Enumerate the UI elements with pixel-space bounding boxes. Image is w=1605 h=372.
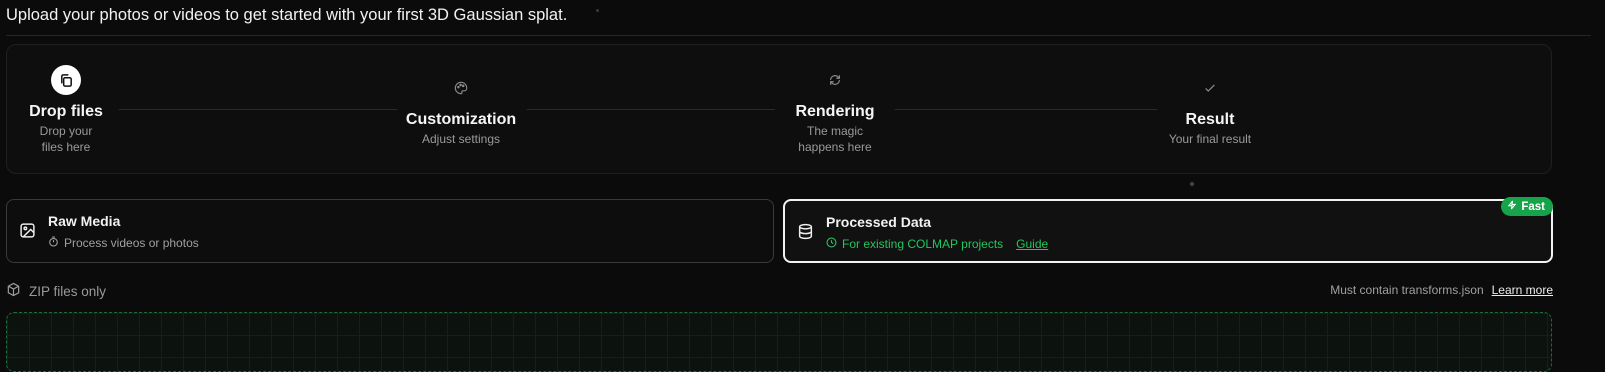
format-note-text: ZIP files only bbox=[29, 283, 107, 299]
learn-more-link[interactable]: Learn more bbox=[1492, 283, 1553, 297]
file-dropzone[interactable] bbox=[6, 312, 1552, 372]
format-note: ZIP files only bbox=[6, 282, 106, 300]
image-icon bbox=[19, 222, 37, 240]
step-desc: Adjust settings bbox=[421, 132, 501, 146]
step-desc: The magic happens here bbox=[798, 124, 872, 154]
step-connector bbox=[119, 109, 397, 110]
package-icon bbox=[6, 282, 21, 300]
step-title: Customization bbox=[405, 111, 517, 128]
divider bbox=[6, 35, 1591, 36]
step-drop-files[interactable]: Drop files Drop your files here bbox=[0, 103, 156, 155]
requirement-text: Must contain transforms.json bbox=[1330, 283, 1484, 297]
card-subtitle: For existing COLMAP projects Guide bbox=[826, 237, 1048, 251]
bolt-icon bbox=[1507, 200, 1517, 213]
badge-label: Fast bbox=[1521, 200, 1545, 213]
raw-media-option[interactable]: Raw Media Process videos or photos bbox=[6, 199, 774, 263]
step-desc: Drop your files here bbox=[39, 124, 93, 154]
progress-stepper: Drop files Drop your files here Customiz… bbox=[6, 44, 1552, 174]
step-connector bbox=[527, 109, 775, 110]
guide-link[interactable]: Guide bbox=[1016, 237, 1048, 251]
timer-icon bbox=[48, 236, 59, 250]
card-title: Raw Media bbox=[48, 213, 121, 229]
processed-data-option[interactable]: Processed Data For existing COLMAP proje… bbox=[783, 197, 1553, 263]
step-title: Drop files bbox=[29, 103, 103, 120]
step-title: Rendering bbox=[795, 103, 875, 120]
step-connector bbox=[895, 109, 1157, 110]
step-rendering[interactable]: Rendering The magic happens here bbox=[745, 103, 925, 155]
decorative-dot bbox=[596, 9, 599, 12]
copy-icon bbox=[51, 65, 81, 95]
rotate-icon bbox=[826, 71, 844, 89]
check-icon bbox=[1201, 79, 1219, 97]
requirement-row: Must contain transforms.json Learn more bbox=[1330, 283, 1553, 297]
step-result[interactable]: Result Your final result bbox=[1120, 111, 1300, 147]
step-title: Result bbox=[1185, 111, 1235, 128]
database-icon bbox=[797, 223, 815, 241]
card-subtitle: Process videos or photos bbox=[48, 236, 199, 250]
decorative-dot bbox=[1190, 182, 1194, 186]
card-subtitle-text: Process videos or photos bbox=[64, 236, 199, 250]
step-desc: Your final result bbox=[1168, 132, 1252, 146]
clock-icon bbox=[826, 237, 837, 251]
fast-badge: Fast bbox=[1501, 197, 1553, 216]
card-title: Processed Data bbox=[826, 214, 932, 230]
intro-text: Upload your photos or videos to get star… bbox=[6, 6, 568, 24]
step-customization[interactable]: Customization Adjust settings bbox=[371, 111, 551, 147]
palette-icon bbox=[452, 79, 470, 97]
card-subtitle-text: For existing COLMAP projects bbox=[842, 237, 1004, 251]
